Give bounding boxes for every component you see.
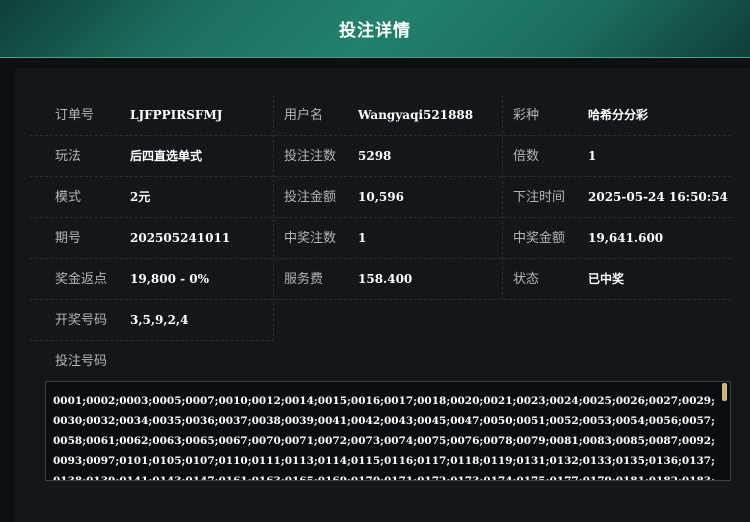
- issue-no-value: 202505241011: [130, 231, 231, 245]
- mode-value: 2元: [130, 190, 151, 204]
- service-fee-label: 服务费: [284, 271, 324, 286]
- bet-count-value: 5298: [358, 149, 392, 163]
- win-amount-value: 19,641.600: [588, 231, 664, 245]
- bet-numbers-box[interactable]: 0001;0002;0003;0005;0007;0010;0012;0014;…: [45, 381, 731, 481]
- order-no-label: 订单号: [55, 107, 95, 122]
- mode-label: 模式: [55, 189, 82, 204]
- scrollbar-thumb[interactable]: [722, 383, 727, 401]
- prize-rebate-value: 19,800 - 0%: [130, 272, 210, 286]
- play-method-label: 玩法: [55, 148, 82, 163]
- win-amount-label: 中奖金额: [513, 230, 566, 245]
- detail-row-issue: 期号 202505241011 中奖注数 1 中奖金额 19,641.600: [30, 218, 731, 259]
- win-count-label: 中奖注数: [284, 230, 337, 245]
- details-grid: 订单号 LJFPPIRSFMJ 用户名 Wangyaqi521888 彩种 哈希…: [30, 95, 731, 341]
- status-value: 已中奖: [588, 272, 625, 286]
- username-value: Wangyaqi521888: [358, 108, 474, 122]
- bet-time-value: 2025-05-24 16:50:54: [588, 190, 728, 204]
- detail-row-play: 玩法 后四直选单式 投注注数 5298 倍数 1: [30, 136, 731, 177]
- issue-no-label: 期号: [55, 230, 82, 245]
- lottery-type-value: 哈希分分彩: [588, 108, 649, 122]
- dialog-title: 投注详情: [339, 21, 411, 40]
- username-label: 用户名: [284, 107, 324, 122]
- bet-amount-label: 投注金额: [284, 189, 337, 204]
- service-fee-value: 158.400: [358, 272, 413, 286]
- detail-row-mode: 模式 2元 投注金额 10,596 下注时间 2025-05-24 16:50:…: [30, 177, 731, 218]
- bet-time-label: 下注时间: [513, 189, 566, 204]
- dialog-header: 投注详情: [0, 0, 750, 58]
- lottery-type-label: 彩种: [513, 107, 540, 122]
- draw-number-value: 3,5,9,2,4: [130, 313, 189, 327]
- play-method-value: 后四直选单式: [130, 149, 203, 163]
- bet-numbers-text: 0001;0002;0003;0005;0007;0010;0012;0014;…: [53, 395, 715, 481]
- detail-row-order: 订单号 LJFPPIRSFMJ 用户名 Wangyaqi521888 彩种 哈希…: [30, 95, 731, 136]
- multiplier-label: 倍数: [513, 148, 540, 163]
- detail-row-rebate: 奖金返点 19,800 - 0% 服务费 158.400 状态 已中奖: [30, 259, 731, 300]
- order-no-value: LJFPPIRSFMJ: [130, 108, 223, 122]
- multiplier-value: 1: [588, 149, 597, 163]
- prize-rebate-label: 奖金返点: [55, 271, 108, 286]
- bet-amount-value: 10,596: [358, 190, 404, 204]
- bet-numbers-label: 投注号码: [55, 353, 108, 368]
- status-label: 状态: [513, 271, 540, 286]
- bet-count-label: 投注注数: [284, 148, 337, 163]
- draw-number-label: 开奖号码: [55, 312, 108, 327]
- detail-row-draw: 开奖号码 3,5,9,2,4: [30, 300, 274, 341]
- win-count-value: 1: [358, 231, 367, 245]
